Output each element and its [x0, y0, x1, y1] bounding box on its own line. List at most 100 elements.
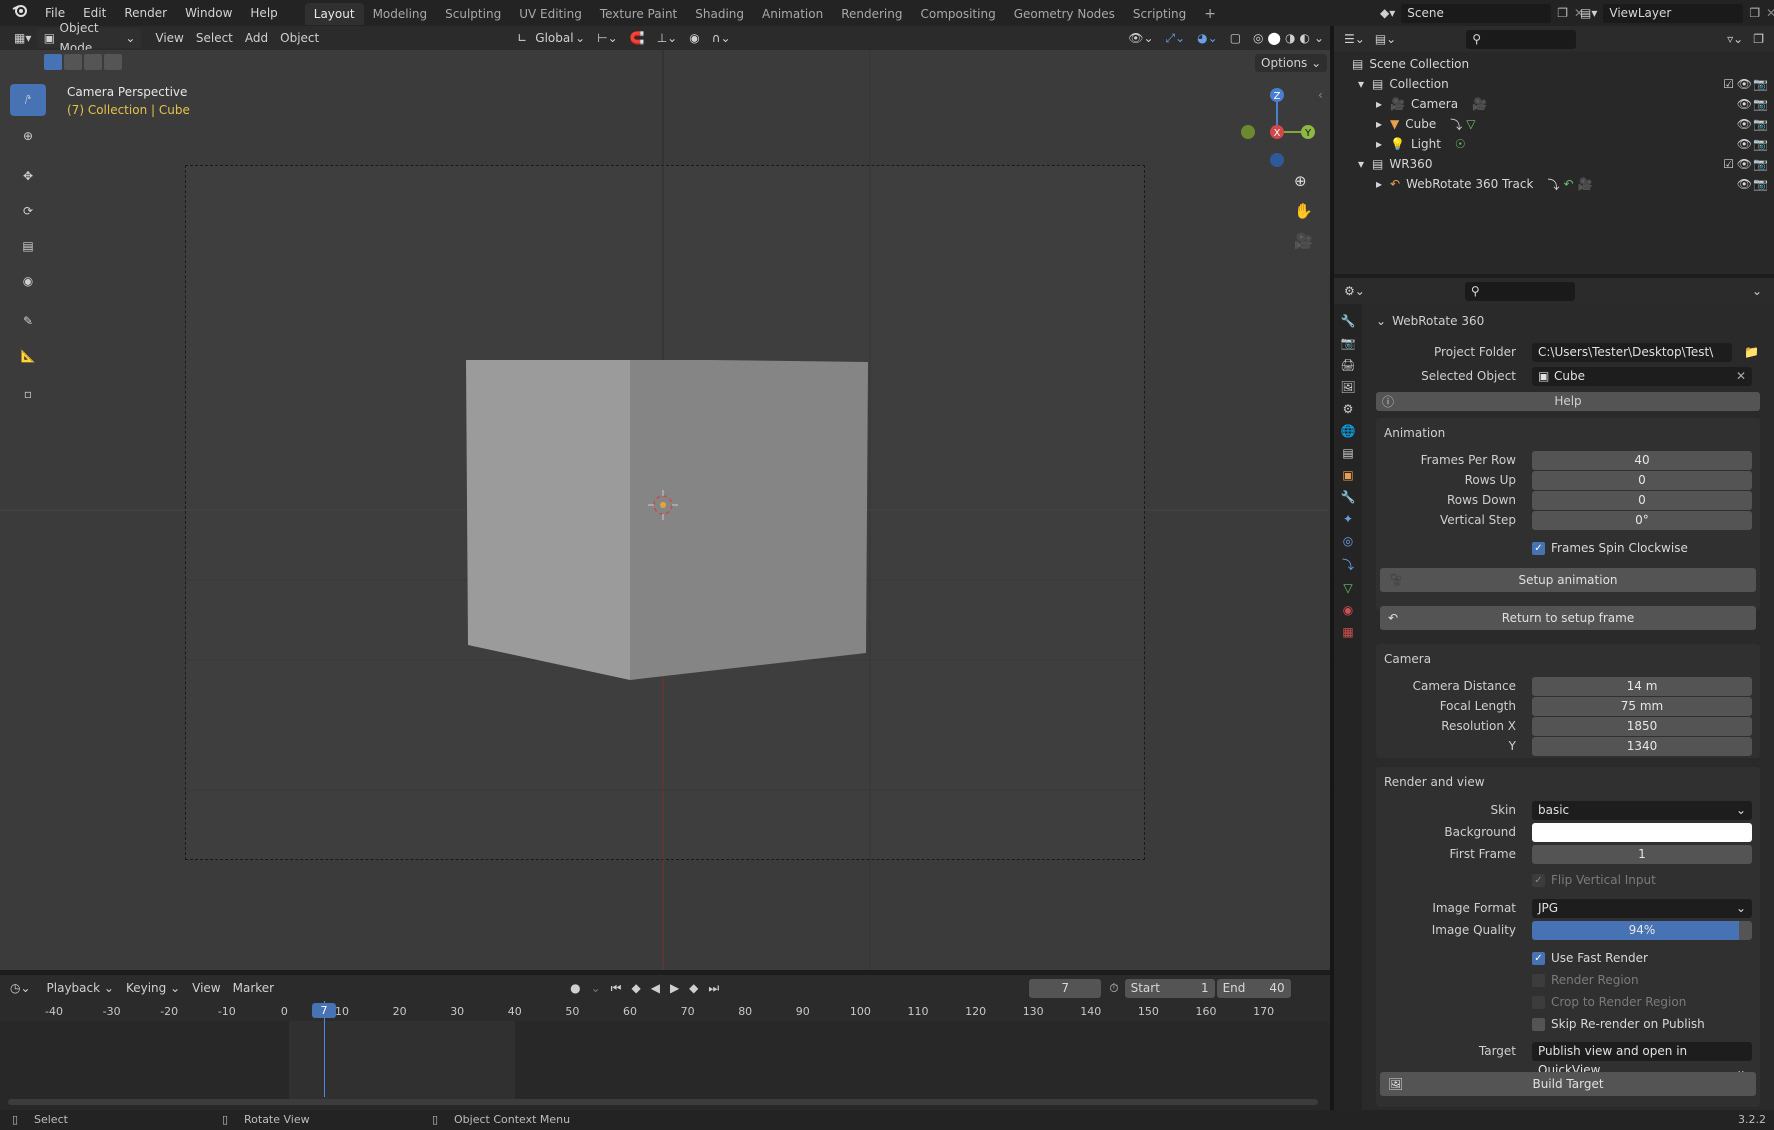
annotate-tool-icon[interactable]: ✎: [10, 305, 46, 337]
object-tab-icon[interactable]: ▣: [1342, 468, 1353, 482]
rows-up-field[interactable]: 0: [1532, 470, 1752, 490]
project-folder-field[interactable]: C:\Users\Tester\Desktop\Test\: [1532, 342, 1732, 362]
3d-viewport[interactable]: Options ⌄ Camera Perspective (7) Collect…: [0, 50, 1330, 970]
expand-icon[interactable]: ▾: [1358, 157, 1372, 171]
gizmo-icon[interactable]: ⤢⌄: [1160, 28, 1192, 48]
record-icon[interactable]: ●: [570, 981, 580, 995]
cube-object[interactable]: [460, 360, 880, 700]
menu-help[interactable]: Help: [241, 0, 286, 26]
outliner-editor-icon[interactable]: ☰⌄: [1344, 32, 1365, 46]
add-workspace-button[interactable]: +: [1195, 3, 1225, 25]
crop-region-checkbox[interactable]: Crop to Render Region: [1532, 992, 1686, 1012]
select-box-tool-icon[interactable]: ⭚: [10, 84, 46, 116]
outliner-item-camera[interactable]: ▸ 🎥 Camera 🎥 👁 📷: [1334, 94, 1774, 114]
camera-render-icon[interactable]: 📷: [1753, 117, 1768, 131]
properties-editor-icon[interactable]: ⚙⌄: [1344, 284, 1365, 298]
folder-icon[interactable]: 📁: [1744, 345, 1759, 359]
rotate-tool-icon[interactable]: ⟳: [10, 195, 46, 227]
rows-down-field[interactable]: 0: [1532, 490, 1752, 510]
editor-type-icon[interactable]: ▦▾: [8, 28, 37, 48]
checkbox-icon[interactable]: ☑: [1723, 77, 1734, 91]
stopwatch-icon[interactable]: ⏱: [1109, 981, 1118, 996]
tab-modeling[interactable]: Modeling: [364, 3, 437, 25]
overlays-icon[interactable]: ◕⌄: [1191, 28, 1224, 48]
pivot-icon[interactable]: ⊢⌄: [591, 28, 624, 48]
data-tab-icon[interactable]: ▽: [1343, 581, 1352, 595]
proportional-edit-icon[interactable]: ◉: [683, 28, 705, 48]
timeline-menu-marker[interactable]: Marker: [227, 978, 280, 998]
camera-render-icon[interactable]: 📷: [1753, 177, 1768, 191]
timeline[interactable]: -40 -30 -20 -10 0 10 20 30 40 50 60 70 80 90 100 110 120…: [0, 1001, 1330, 1110]
skip-rerender-checkbox[interactable]: Skip Re-render on Publish: [1532, 1014, 1705, 1034]
chevron-down-icon[interactable]: ⌄: [1314, 28, 1324, 48]
outliner-item-collection[interactable]: ▾ ▤ Collection ☑ 👁 📷: [1334, 74, 1774, 94]
outliner-scene-collection[interactable]: ▤ Scene Collection: [1334, 54, 1774, 74]
output-tab-icon[interactable]: 🖨: [1340, 358, 1355, 372]
skin-dropdown[interactable]: basic ⌄: [1532, 800, 1752, 820]
view-layer-copy-icon[interactable]: ❐: [1749, 6, 1760, 20]
xray-icon[interactable]: ▢: [1224, 28, 1247, 48]
scene-tab-icon[interactable]: ⚙: [1343, 402, 1354, 416]
solid-shading-icon[interactable]: ⬤: [1268, 28, 1281, 48]
tab-animation[interactable]: Animation: [753, 3, 832, 25]
play-icon[interactable]: ▶: [670, 981, 679, 995]
new-collection-icon[interactable]: ❐: [1753, 32, 1764, 46]
falloff-icon[interactable]: ∩⌄: [706, 28, 737, 48]
outliner-search-input[interactable]: ⚲: [1466, 29, 1577, 49]
clear-icon[interactable]: ✕: [1736, 367, 1746, 386]
expand-icon[interactable]: ▸: [1376, 137, 1390, 151]
tab-texture-paint[interactable]: Texture Paint: [591, 3, 686, 25]
checkbox-icon[interactable]: ☑: [1723, 157, 1734, 171]
resolution-x-field[interactable]: 1850: [1532, 716, 1752, 736]
constraint-tab-icon[interactable]: ⤵: [1342, 556, 1354, 573]
camera-render-icon[interactable]: 📷: [1753, 77, 1768, 91]
scene-name-field[interactable]: Scene: [1401, 3, 1552, 23]
mode-dropdown[interactable]: ▣ Object Mode ⌄: [37, 21, 142, 55]
tool-tab-icon[interactable]: 🔧: [1341, 314, 1356, 328]
resolution-y-field[interactable]: 1340: [1532, 736, 1752, 756]
frames-per-row-field[interactable]: 40: [1532, 450, 1752, 470]
first-frame-field[interactable]: 1: [1532, 844, 1752, 864]
tab-sculpting[interactable]: Sculpting: [436, 3, 510, 25]
focal-length-field[interactable]: 75 mm: [1532, 696, 1752, 716]
current-frame-field[interactable]: 7: [1029, 978, 1102, 998]
3d-cursor-icon[interactable]: [648, 490, 678, 520]
add-cube-tool-icon[interactable]: ▫: [10, 378, 46, 410]
texture-tab-icon[interactable]: ▦: [1342, 625, 1353, 639]
eye-icon[interactable]: 👁: [1737, 157, 1752, 171]
play-reverse-icon[interactable]: ◀: [651, 981, 660, 995]
snap-target-icon[interactable]: ⊥⌄: [651, 28, 684, 48]
camera-render-icon[interactable]: 📷: [1753, 157, 1768, 171]
flip-vertical-checkbox[interactable]: ✓ Flip Vertical Input: [1532, 870, 1656, 890]
spin-clockwise-checkbox[interactable]: ✓ Frames Spin Clockwise: [1532, 538, 1688, 558]
chevron-down-icon[interactable]: ⌄: [1752, 284, 1762, 298]
tab-compositing[interactable]: Compositing: [911, 3, 1004, 25]
material-shading-icon[interactable]: ◑: [1285, 28, 1295, 48]
view-layer-icon[interactable]: ▤▾: [1580, 6, 1597, 20]
camera-view-icon[interactable]: 🎥: [1294, 232, 1313, 250]
viewport-menu-object[interactable]: Object: [274, 28, 325, 48]
scale-tool-icon[interactable]: ▤: [10, 230, 46, 262]
orientation-dropdown[interactable]: ∟ Global ⌄: [511, 28, 591, 48]
chevron-down-icon[interactable]: ⌄: [591, 981, 601, 995]
background-color-swatch[interactable]: [1532, 822, 1752, 842]
collection-tab-icon[interactable]: ▤: [1342, 446, 1353, 460]
eye-icon[interactable]: 👁: [1737, 177, 1752, 191]
start-frame-field[interactable]: Start 1: [1124, 978, 1215, 998]
timeline-menu-view[interactable]: View: [186, 978, 226, 998]
expand-icon[interactable]: ▾: [1358, 77, 1372, 91]
setup-animation-button[interactable]: 🎥 Setup animation: [1380, 568, 1756, 592]
view-layer-field[interactable]: ViewLayer: [1603, 3, 1744, 23]
camera-distance-field[interactable]: 14 m: [1532, 676, 1752, 696]
pan-hand-icon[interactable]: ✋: [1294, 202, 1313, 220]
area-divider[interactable]: [1330, 26, 1334, 1110]
end-frame-field[interactable]: End 40: [1216, 978, 1291, 998]
world-tab-icon[interactable]: 🌐: [1341, 424, 1356, 438]
outliner-item-cube[interactable]: ▸ ▼ Cube ⤵ ▽ 👁 📷: [1334, 114, 1774, 134]
tab-layout[interactable]: Layout: [304, 3, 364, 25]
physics-tab-icon[interactable]: ◎: [1343, 534, 1353, 548]
playhead-frame-indicator[interactable]: 7: [312, 1003, 336, 1018]
jump-end-icon[interactable]: ⏭: [708, 981, 719, 996]
modifier-tab-icon[interactable]: 🔧: [1341, 490, 1356, 504]
image-format-dropdown[interactable]: JPG ⌄: [1532, 898, 1752, 918]
